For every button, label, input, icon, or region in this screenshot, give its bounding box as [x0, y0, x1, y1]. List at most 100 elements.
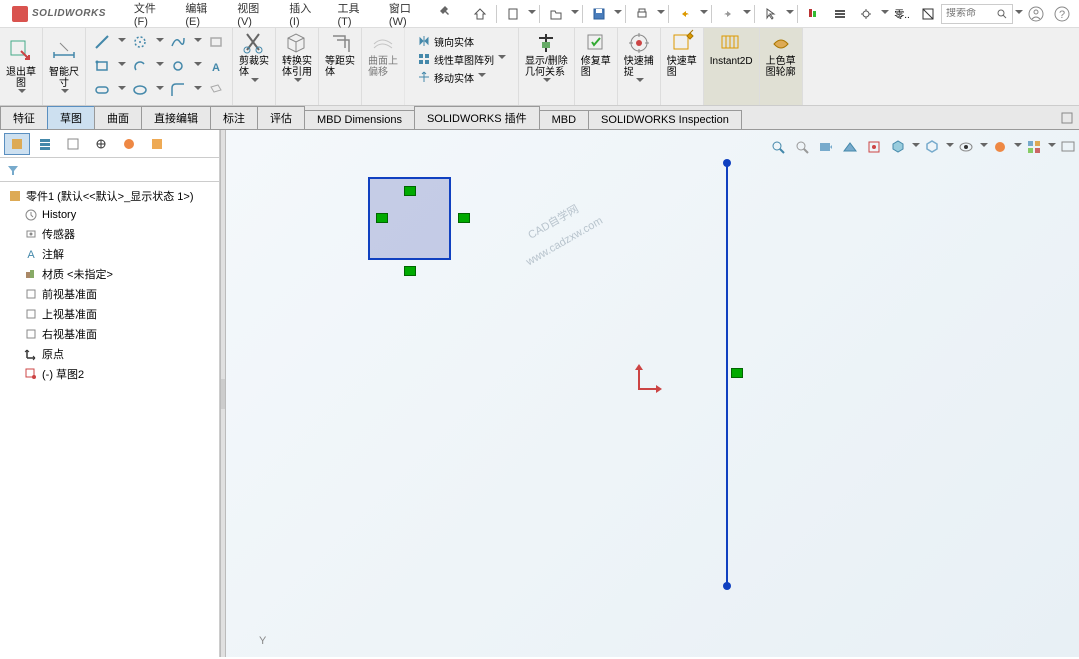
new-dropdown[interactable] [528, 10, 536, 18]
hide-show-icon[interactable] [921, 136, 943, 158]
menu-edit[interactable]: 编辑(E) [175, 0, 227, 28]
tree-origin[interactable]: 原点 [4, 344, 215, 364]
move-dropdown[interactable] [478, 73, 486, 81]
part-icon[interactable]: 零.. [891, 3, 913, 25]
rapid-sketch-button[interactable]: 快速草 图 [661, 28, 704, 105]
sidebar-tab-appearance[interactable] [116, 133, 142, 155]
tree-top-plane[interactable]: 上视基准面 [4, 304, 215, 324]
line-endpoint-bottom[interactable] [723, 582, 731, 590]
new-icon[interactable] [502, 3, 524, 25]
text-tool[interactable]: A [203, 55, 229, 77]
options-icon[interactable] [829, 3, 851, 25]
circle-tool[interactable] [127, 31, 153, 53]
home-icon[interactable] [469, 3, 491, 25]
graphics-viewport[interactable]: CAD自学网 www.cadzxw.com Y [226, 130, 1079, 657]
tab-feature[interactable]: 特征 [0, 106, 48, 129]
rect-corner-tool[interactable] [89, 55, 115, 77]
display-style-icon[interactable] [887, 136, 909, 158]
relation-vertical-left[interactable] [376, 213, 388, 223]
sketch-vertical-line[interactable] [726, 162, 728, 587]
point-tool[interactable] [165, 55, 191, 77]
menu-tools[interactable]: 工具(T) [327, 0, 378, 28]
search-input[interactable] [946, 8, 996, 19]
convert-dropdown[interactable] [294, 78, 302, 86]
slot-dropdown[interactable] [118, 86, 126, 94]
relation-horizontal-top[interactable] [404, 186, 416, 196]
menu-insert[interactable]: 插入(I) [279, 0, 327, 28]
save-icon[interactable] [588, 3, 610, 25]
print-icon[interactable] [631, 3, 653, 25]
trim-button[interactable]: 剪裁实 体 [233, 28, 276, 105]
apply-scene-dropdown[interactable] [1014, 143, 1022, 151]
exit-sketch-dropdown[interactable] [18, 89, 26, 97]
sidebar-tab-feature-tree[interactable] [4, 133, 30, 155]
undo-dropdown[interactable] [700, 10, 708, 18]
quick-snap-button[interactable]: 快速捕 捉 [618, 28, 661, 105]
ellipse-dropdown[interactable] [156, 86, 164, 94]
settings-icon[interactable] [855, 3, 877, 25]
relation-vertical-right[interactable] [458, 213, 470, 223]
instant2d-button[interactable]: Instant2D [704, 28, 760, 105]
menu-view[interactable]: 视图(V) [227, 0, 279, 28]
pin-icon[interactable] [436, 0, 455, 22]
offset-button[interactable]: 等距实 体 [319, 28, 362, 105]
tree-sensor[interactable]: 传感器 [4, 224, 215, 244]
print-dropdown[interactable] [657, 10, 665, 18]
quick-snap-dropdown[interactable] [636, 78, 644, 86]
relation-vertical-line[interactable] [731, 368, 743, 378]
smart-dim-button[interactable]: 智能尺 寸 [43, 28, 86, 105]
select-icon[interactable] [760, 3, 782, 25]
tree-right-plane[interactable]: 右视基准面 [4, 324, 215, 344]
view-settings-icon[interactable] [1023, 136, 1045, 158]
display-style-dropdown[interactable] [912, 143, 920, 151]
linear-pattern-dropdown[interactable] [498, 55, 506, 63]
hide-show-dropdown[interactable] [946, 143, 954, 151]
shaded-button[interactable]: 上色草 图轮廓 [760, 28, 803, 105]
collapse-ribbon-icon[interactable] [1055, 110, 1079, 129]
rect-tool[interactable] [203, 31, 229, 53]
view-settings-dropdown[interactable] [1048, 143, 1056, 151]
tab-inspection[interactable]: SOLIDWORKS Inspection [588, 110, 742, 129]
arc-dropdown[interactable] [156, 62, 164, 70]
move-button[interactable]: 移动实体 [413, 68, 510, 86]
line-endpoint-top[interactable] [723, 159, 731, 167]
search-dropdown[interactable] [1015, 10, 1023, 18]
spline-dropdown[interactable] [194, 38, 202, 46]
tab-sketch[interactable]: 草图 [47, 106, 95, 129]
tree-sketch2[interactable]: (-) 草图2 [4, 364, 215, 384]
menu-file[interactable]: 文件(F) [124, 0, 175, 28]
sidebar-tab-config[interactable] [60, 133, 86, 155]
repair-button[interactable]: 修复草 图 [575, 28, 618, 105]
edit-appearance-icon[interactable] [955, 136, 977, 158]
zoom-fit-icon[interactable] [767, 136, 789, 158]
redo-icon[interactable] [717, 3, 739, 25]
sidebar-tab-property[interactable] [32, 133, 58, 155]
tab-plugins[interactable]: SOLIDWORKS 插件 [414, 106, 540, 129]
undo-icon[interactable] [674, 3, 696, 25]
plane-tool[interactable] [203, 79, 229, 101]
help-icon[interactable]: ? [1051, 3, 1073, 25]
sidebar-tab-overflow[interactable] [144, 133, 170, 155]
display-delete-dropdown[interactable] [543, 78, 551, 86]
tab-mbd[interactable]: MBD [539, 110, 589, 129]
tree-history[interactable]: History [4, 206, 215, 224]
section-view-icon[interactable] [839, 136, 861, 158]
exit-sketch-button[interactable]: 退出草 图 [0, 28, 43, 105]
arc-tool[interactable] [127, 55, 153, 77]
tab-mbd-dim[interactable]: MBD Dimensions [304, 110, 415, 129]
zoom-area-icon[interactable] [791, 136, 813, 158]
tree-annotation[interactable]: A 注解 [4, 244, 215, 264]
spline-tool[interactable] [165, 31, 191, 53]
viewport-icon[interactable] [1057, 136, 1079, 158]
search-pick-icon[interactable] [917, 3, 939, 25]
tree-material[interactable]: 材质 <未指定> [4, 264, 215, 284]
ellipse-tool[interactable] [127, 79, 153, 101]
line-dropdown[interactable] [118, 38, 126, 46]
settings-dropdown[interactable] [881, 10, 889, 18]
tree-root[interactable]: 零件1 (默认<<默认>_显示状态 1>) [4, 186, 215, 206]
menu-window[interactable]: 窗口(W) [379, 0, 434, 28]
surface-offset-button[interactable]: 曲面上 偏移 [362, 28, 405, 105]
convert-button[interactable]: 转换实 体引用 [276, 28, 319, 105]
rebuild-icon[interactable] [803, 3, 825, 25]
open-dropdown[interactable] [571, 10, 579, 18]
